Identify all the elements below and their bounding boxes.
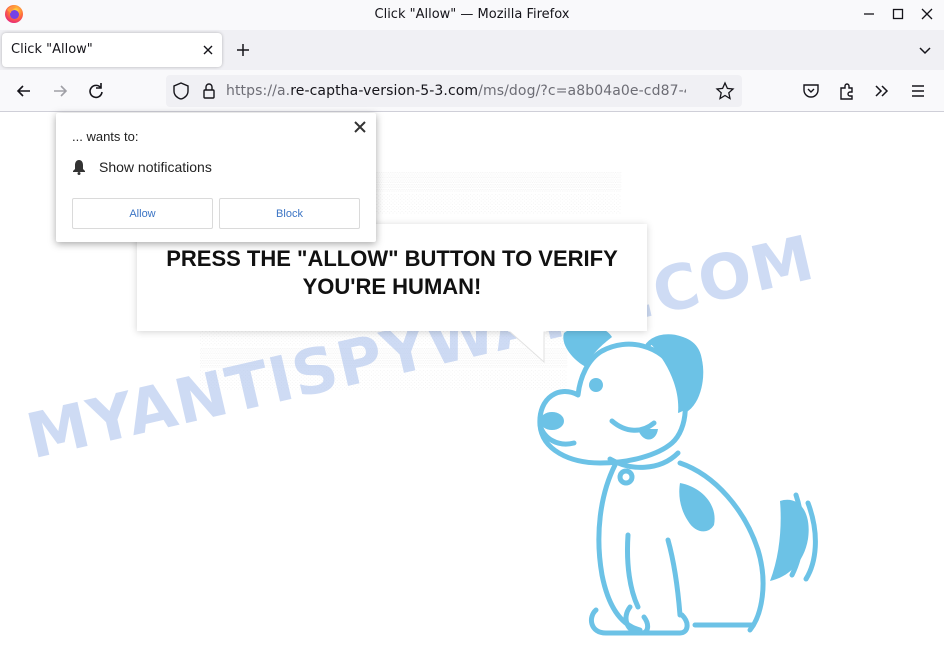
close-window-button[interactable]: [910, 0, 944, 28]
popup-wants-to-label: ... wants to:: [72, 129, 139, 144]
new-tab-icon[interactable]: [232, 39, 254, 61]
allow-button[interactable]: Allow: [72, 198, 213, 229]
popup-request-label: Show notifications: [99, 159, 212, 175]
tab-label: Click "Allow": [11, 42, 93, 57]
list-all-tabs-icon[interactable]: [914, 39, 936, 61]
headline-line-1: PRESS THE "ALLOW" BUTTON TO VERIFY: [166, 246, 618, 271]
window-titlebar: Click "Allow" — Mozilla Firefox: [0, 0, 944, 30]
lock-icon[interactable]: [198, 80, 220, 102]
url-domain: re-captha-version-5-3.com: [290, 83, 479, 99]
tab-close-icon[interactable]: [200, 42, 216, 58]
reload-icon[interactable]: [85, 80, 107, 102]
overflow-chevron-icon[interactable]: [871, 80, 893, 102]
bell-icon: [73, 160, 85, 175]
verify-headline: PRESS THE "ALLOW" BUTTON TO VERIFY YOU'R…: [137, 245, 647, 301]
notification-permission-popup: ... wants to: Show notifications Allow B…: [56, 113, 376, 242]
maximize-icon: [892, 8, 904, 20]
shield-icon[interactable]: [170, 80, 192, 102]
url-path: /ms/dog/?c=a8b04a0e-cd87-46: [478, 83, 686, 99]
minimize-icon: [864, 13, 874, 15]
extensions-icon[interactable]: [836, 80, 858, 102]
navigation-toolbar: https://a.re-captha-version-5-3.com/ms/d…: [0, 70, 944, 112]
tab-strip: Click "Allow": [0, 30, 944, 70]
url-scheme: https://a.: [226, 83, 291, 99]
url-text[interactable]: https://a.re-captha-version-5-3.com/ms/d…: [226, 83, 686, 99]
address-bar[interactable]: https://a.re-captha-version-5-3.com/ms/d…: [166, 75, 742, 107]
back-icon[interactable]: [13, 80, 35, 102]
pocket-icon[interactable]: [800, 80, 822, 102]
hamburger-menu-icon[interactable]: [907, 80, 929, 102]
dog-illustration: [537, 325, 818, 636]
popup-close-icon[interactable]: [353, 120, 367, 134]
forward-icon[interactable]: [49, 80, 71, 102]
close-icon: [921, 8, 933, 20]
bookmark-star-icon[interactable]: [714, 80, 736, 102]
tab-active[interactable]: Click "Allow": [2, 33, 222, 67]
window-title: Click "Allow" — Mozilla Firefox: [374, 7, 570, 22]
block-button[interactable]: Block: [219, 198, 360, 229]
headline-line-2: YOU'RE HUMAN!: [302, 274, 482, 299]
speech-bubble-tail: [508, 330, 546, 364]
